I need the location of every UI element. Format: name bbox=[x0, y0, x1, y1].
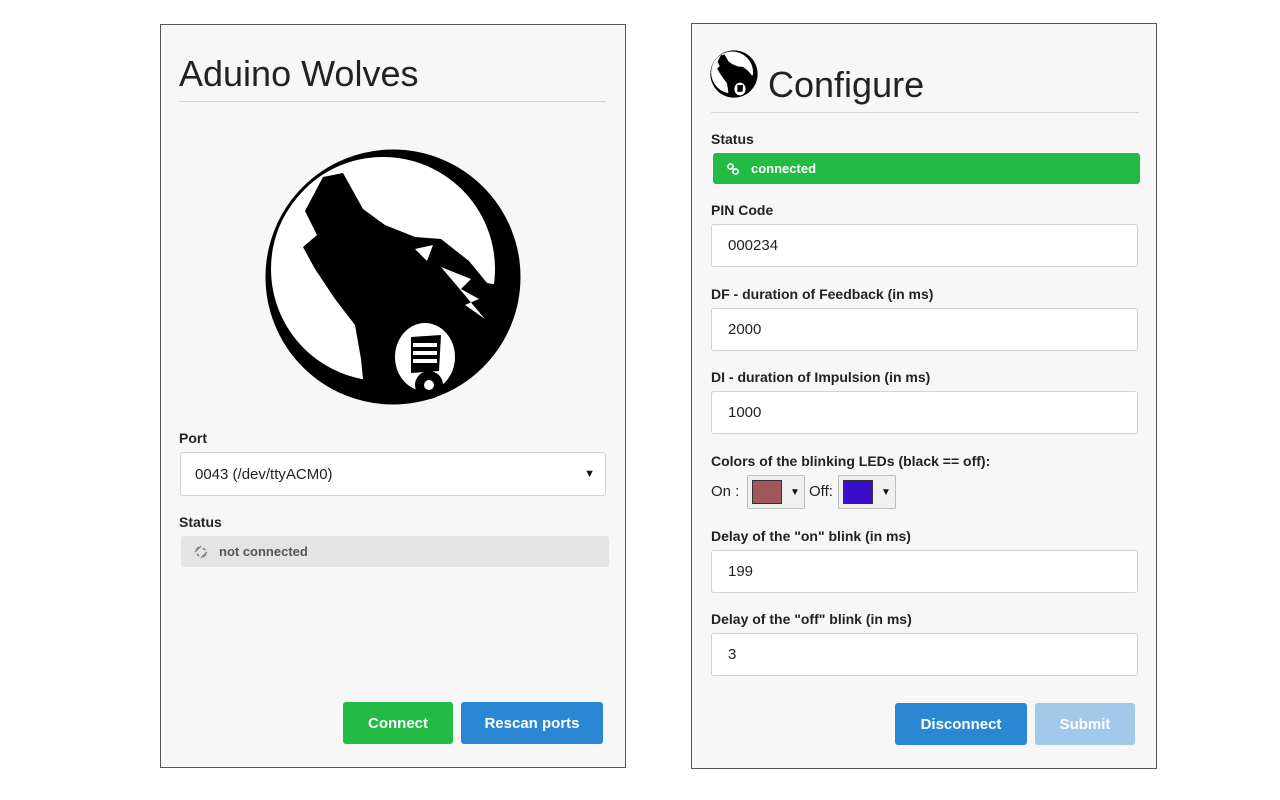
off-color-picker[interactable]: ▼ bbox=[838, 475, 896, 509]
connect-panel: Aduino Wolves Port 0043 (/dev/ttyACM0) ▼… bbox=[160, 24, 626, 768]
off-color-label: Off: bbox=[809, 483, 833, 500]
chevron-down-icon: ▼ bbox=[881, 486, 891, 498]
configure-panel: Configure Status connected PIN Code 0002… bbox=[691, 23, 1157, 769]
status-badge: not connected bbox=[181, 536, 609, 567]
port-label: Port bbox=[179, 430, 207, 446]
status-badge: connected bbox=[713, 153, 1140, 184]
chevron-down-icon: ▼ bbox=[790, 486, 800, 498]
rescan-ports-button[interactable]: Rescan ports bbox=[461, 702, 603, 744]
status-label: Status bbox=[179, 514, 222, 530]
port-select-value: 0043 (/dev/ttyACM0) bbox=[195, 465, 333, 483]
port-select[interactable]: 0043 (/dev/ttyACM0) ▼ bbox=[180, 452, 606, 496]
on-color-swatch bbox=[752, 480, 782, 504]
wolf-logo-icon bbox=[265, 149, 521, 405]
on-color-label: On : bbox=[711, 483, 740, 500]
colors-label: Colors of the blinking LEDs (black == of… bbox=[711, 453, 991, 469]
status-text: not connected bbox=[219, 544, 308, 559]
app-title: Aduino Wolves bbox=[179, 53, 419, 94]
status-text: connected bbox=[751, 161, 817, 176]
pin-code-input[interactable]: 000234 bbox=[711, 224, 1138, 267]
connect-button[interactable]: Connect bbox=[343, 702, 453, 744]
link-icon bbox=[725, 161, 741, 177]
off-color-swatch bbox=[843, 480, 873, 504]
di-input[interactable]: 1000 bbox=[711, 391, 1138, 434]
delay-off-label: Delay of the "off" blink (in ms) bbox=[711, 611, 912, 627]
disconnect-button[interactable]: Disconnect bbox=[895, 703, 1027, 745]
df-input[interactable]: 2000 bbox=[711, 308, 1138, 351]
configure-title: Configure bbox=[768, 64, 925, 105]
title-divider bbox=[179, 101, 606, 102]
delay-on-label: Delay of the "on" blink (in ms) bbox=[711, 528, 911, 544]
df-label: DF - duration of Feedback (in ms) bbox=[711, 286, 934, 302]
unlink-icon bbox=[193, 544, 209, 560]
delay-on-input[interactable]: 199 bbox=[711, 550, 1138, 593]
wolf-logo-icon bbox=[710, 50, 758, 98]
delay-off-input[interactable]: 3 bbox=[711, 633, 1138, 676]
on-color-picker[interactable]: ▼ bbox=[747, 475, 805, 509]
submit-button[interactable]: Submit bbox=[1035, 703, 1135, 745]
di-label: DI - duration of Impulsion (in ms) bbox=[711, 369, 931, 385]
status-label: Status bbox=[711, 131, 754, 147]
pin-code-label: PIN Code bbox=[711, 202, 774, 218]
title-divider bbox=[711, 112, 1139, 113]
chevron-down-icon: ▼ bbox=[584, 468, 595, 480]
